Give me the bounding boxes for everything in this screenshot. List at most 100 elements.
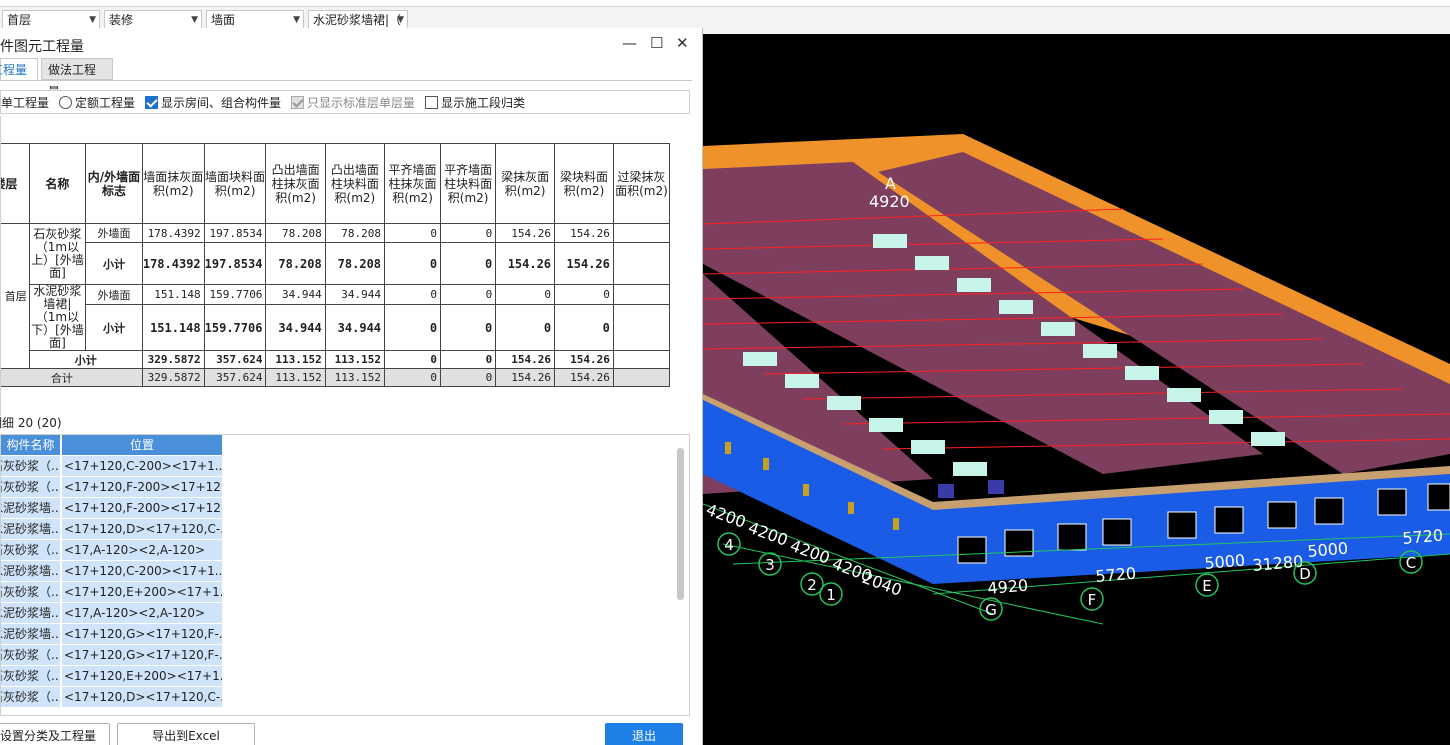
list-item[interactable]: 水泥砂浆墙...: [1, 519, 61, 540]
list-item[interactable]: 石灰砂浆（...: [1, 477, 61, 498]
show-room-checkbox[interactable]: 显示房间、组合构件量: [145, 94, 281, 111]
list-item[interactable]: 石灰砂浆（...: [1, 687, 61, 708]
export-excel-button[interactable]: 导出到Excel: [117, 723, 255, 745]
value-cell: 113.152: [324, 368, 386, 387]
list-item[interactable]: <17+120,C-200><17+1...: [62, 561, 222, 582]
quantity-table-area: 楼层 名称 内/外墙面标志 墙面抹灰面积(m2) 墙面块料面积(m2) 凸出墙面…: [0, 116, 690, 416]
list-item[interactable]: 水泥砂浆墙...: [1, 603, 61, 624]
dim-label: 4920: [987, 576, 1029, 598]
axis-label: 2: [807, 576, 817, 594]
detail-label: 明细 20 (20): [0, 416, 62, 430]
close-icon[interactable]: ✕: [676, 34, 689, 52]
list-item[interactable]: <17+120,F-200><17+12...: [62, 498, 222, 519]
table-row-total[interactable]: 合计 329.5872 357.624 113.152 113.152 0 0 …: [1, 368, 671, 387]
show-stage-label: 显示施工段归类: [441, 96, 526, 110]
value-cell: 154.26: [554, 350, 614, 369]
col-header[interactable]: 墙面抹灰面积(m2): [141, 143, 205, 224]
table-row[interactable]: 首层 石灰砂浆（1m以上）[外墙面] 外墙面 178.4392 197.8534…: [1, 223, 671, 369]
list-item[interactable]: <17+120,E+200><17+1...: [62, 666, 222, 687]
col-header[interactable]: 过梁抹灰面积(m2): [612, 143, 671, 224]
maximize-icon[interactable]: ☐: [650, 34, 663, 52]
value-cell: 113.152: [265, 350, 326, 369]
list-item[interactable]: 水泥砂浆墙...: [1, 498, 61, 519]
table-row-subtotal[interactable]: 小计 178.4392 197.8534 78.208 78.208 0 0 1…: [1, 242, 671, 285]
list-item[interactable]: 石灰砂浆（...: [1, 645, 61, 666]
col-header[interactable]: 名称: [28, 143, 87, 224]
list-item[interactable]: <17+120,D><17+120,C-...: [62, 519, 222, 540]
list-item[interactable]: <17+120,G><17+120,F-...: [62, 624, 222, 645]
value-cell: 0: [440, 304, 497, 351]
minimize-icon[interactable]: —: [622, 34, 637, 52]
list-item[interactable]: <17+120,F-200><17+12...: [62, 477, 222, 498]
detail-col-header-position[interactable]: 位置: [62, 435, 222, 456]
value-cell: 154.26: [554, 368, 614, 387]
list-item[interactable]: <17+120,G><17+120,F-...: [62, 645, 222, 666]
category-select[interactable]: 装修 ▼: [104, 10, 202, 30]
list-item[interactable]: 石灰砂浆（...: [1, 582, 61, 603]
list-item[interactable]: 石灰砂浆（...: [1, 666, 61, 687]
value-cell: 154.26: [554, 223, 614, 243]
axis-label: 1: [826, 586, 836, 604]
floor-select[interactable]: 首层 ▼: [2, 10, 100, 30]
3d-viewport[interactable]: 4200 4200 4200 4200 2040 4920 5720 5000 …: [703, 34, 1450, 745]
flag-cell: 外墙面: [85, 223, 143, 243]
list-item[interactable]: <17+120,D><17+120,C-...: [62, 687, 222, 708]
component-type-select[interactable]: 墙面 ▼: [206, 10, 304, 30]
col-header[interactable]: 凸出墙面柱块料面积(m2): [324, 143, 386, 224]
list-item[interactable]: 石灰砂浆（...: [1, 456, 61, 477]
list-item[interactable]: 水泥砂浆墙...: [1, 624, 61, 645]
settings-button[interactable]: 设置分类及工程量: [0, 723, 110, 745]
table-row[interactable]: 水泥砂浆墙裙|（1m以下）[外墙面] 外墙面 151.148 159.7706 …: [1, 283, 671, 351]
flag-cell: 小计: [85, 242, 143, 285]
col-header[interactable]: 墙面块料面积(m2): [203, 143, 267, 224]
checkbox-icon: [425, 96, 438, 109]
list-qty-label: 单工程量: [1, 96, 50, 110]
list-item[interactable]: <17+120,E+200><17+1...: [62, 582, 222, 603]
value-cell: 0: [384, 350, 442, 369]
dim-label: 4200: [746, 518, 791, 550]
col-header[interactable]: 梁抹灰面积(m2): [495, 143, 556, 224]
axis-label: G: [985, 601, 997, 619]
tab-method-quantity[interactable]: 做法工程量: [41, 58, 113, 99]
list-item[interactable]: <17,A-120><2,A-120>: [62, 540, 222, 561]
std-floor-label: 只显示标准层单层量: [307, 96, 416, 110]
list-item[interactable]: 水泥砂浆墙...: [1, 561, 61, 582]
value-cell: [612, 283, 671, 306]
chevron-down-icon: ▼: [191, 15, 198, 25]
show-stage-checkbox[interactable]: 显示施工段归类: [425, 94, 525, 111]
value-cell: 0: [440, 283, 497, 306]
table-row-subtotal[interactable]: 小计 151.148 159.7706 34.944 34.944 0 0 0 …: [1, 304, 671, 351]
col-header[interactable]: 楼层: [1, 143, 30, 224]
value-cell: 0: [384, 368, 442, 387]
table-header-row: 楼层 名称 内/外墙面标志 墙面抹灰面积(m2) 墙面块料面积(m2) 凸出墙面…: [1, 143, 671, 224]
detail-col-header-name[interactable]: 构件名称: [1, 435, 61, 456]
value-cell: 0: [440, 368, 497, 387]
value-cell: 0: [440, 242, 497, 285]
tab-quantity[interactable]: 工程量: [0, 58, 38, 80]
col-header[interactable]: 梁块料面积(m2): [554, 143, 614, 224]
total-label: 合计: [1, 368, 143, 387]
value-cell: 34.944: [265, 283, 326, 306]
col-header[interactable]: 平齐墙面柱块料面积(m2): [440, 143, 497, 224]
component-select[interactable]: 水泥砂浆墙裙|（ ▼: [308, 10, 408, 30]
col-header[interactable]: 内/外墙面标志: [85, 143, 143, 224]
value-cell: 34.944: [265, 304, 326, 351]
value-cell: 357.624: [203, 368, 267, 387]
col-header[interactable]: 平齐墙面柱抹灰面积(m2): [384, 143, 442, 224]
value-cell: 34.944: [324, 283, 386, 306]
std-floor-checkbox: 只显示标准层单层量: [291, 94, 415, 111]
list-item[interactable]: <17+120,C-200><17+1...: [62, 456, 222, 477]
quota-qty-option[interactable]: 定额工程量: [59, 94, 135, 111]
table-row-floor-subtotal[interactable]: 小计 329.5872 357.624 113.152 113.152 0 0 …: [1, 350, 671, 369]
show-room-label: 显示房间、组合构件量: [161, 96, 282, 110]
value-cell: 154.26: [554, 242, 614, 285]
category-select-value: 装修: [109, 13, 134, 27]
exit-button[interactable]: 退出: [605, 723, 683, 745]
value-cell: 0: [495, 283, 556, 306]
list-item[interactable]: 石灰砂浆（...: [1, 540, 61, 561]
col-header[interactable]: 凸出墙面柱抹灰面积(m2): [265, 143, 326, 224]
quantity-table: 楼层 名称 内/外墙面标志 墙面抹灰面积(m2) 墙面块料面积(m2) 凸出墙面…: [1, 143, 671, 387]
vertical-scrollbar[interactable]: [677, 448, 684, 600]
list-qty-option[interactable]: 单工程量: [1, 94, 49, 111]
list-item[interactable]: <17,A-120><2,A-120>: [62, 603, 222, 624]
